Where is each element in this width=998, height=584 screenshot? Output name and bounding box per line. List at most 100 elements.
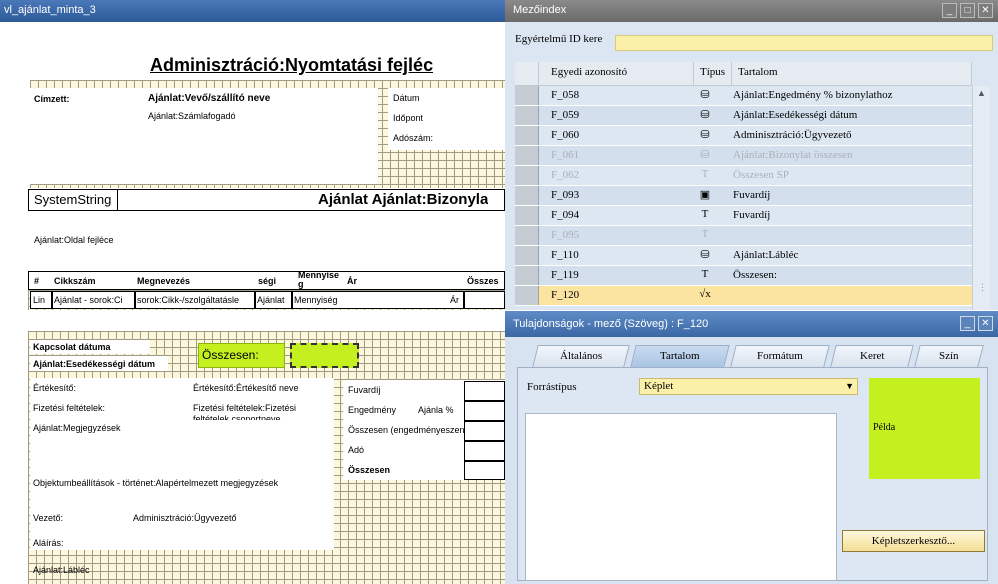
total-before-value[interactable] <box>464 421 505 441</box>
total-value-field[interactable] <box>290 343 359 368</box>
tax-label-footer[interactable]: Adó <box>348 445 364 456</box>
document-title-field[interactable]: Ajánlat Ajánlat:Bizonyla <box>318 191 488 208</box>
table-row[interactable]: F_095 T <box>515 226 972 246</box>
tax-value[interactable] <box>464 441 505 461</box>
table-row[interactable]: F_062 T Összesen SP <box>515 166 972 186</box>
vendor-name-field[interactable]: Ajánlat:Vevő/szállító neve <box>148 93 270 104</box>
col-item[interactable]: Cikkszám <box>54 276 96 287</box>
field-index-title: Mezőindex <box>513 4 567 16</box>
source-type-label: Forrástípus <box>527 381 577 393</box>
tab-border[interactable]: Keret <box>830 345 914 367</box>
tab-content[interactable]: Tartalom <box>630 345 730 367</box>
col-id-header[interactable]: Egyedi azonosító <box>539 62 694 86</box>
row-qty-text: Mennyiség <box>294 295 338 305</box>
row-selector[interactable] <box>515 286 539 305</box>
minimize-icon[interactable]: _ <box>960 316 975 331</box>
row-selector[interactable] <box>515 226 539 245</box>
row-price-text: Ár <box>450 295 459 305</box>
tab-format[interactable]: Formátum <box>730 345 830 367</box>
col-qty-bottom[interactable]: g <box>298 279 304 290</box>
col-num[interactable]: # <box>34 276 39 287</box>
row-selector[interactable] <box>515 146 539 165</box>
formula-editor-button[interactable]: Képletszerkesztő... <box>842 530 985 552</box>
row-selector[interactable] <box>515 266 539 285</box>
object-settings-field[interactable]: Objektumbeállítások - történet:Alapértel… <box>33 478 278 489</box>
table-row[interactable]: F_119 T Összesen: <box>515 266 972 286</box>
report-designer-window: vl_ajánlat_minta_3 Adminisztráció:Nyomta… <box>0 0 505 584</box>
table-row[interactable]: F_059 ⛁ Ajánlat:Esedékességi dátum <box>515 106 972 126</box>
scroll-up-icon[interactable]: ▲ <box>977 88 986 98</box>
vertical-scrollbar[interactable]: ▲ ⋮ <box>972 86 990 310</box>
col-price[interactable]: Ár <box>347 276 357 287</box>
row-id: F_093 <box>551 189 580 201</box>
formula-textarea[interactable] <box>525 413 837 581</box>
grand-total-label[interactable]: Összesen <box>348 465 390 476</box>
db-icon: ⛁ <box>700 129 710 141</box>
table-row[interactable]: F_058 ⛁ Ajánlat:Engedmény % bizonylathoz <box>515 86 972 106</box>
col-name[interactable]: Megnevezés <box>137 276 190 287</box>
due-date-field[interactable]: Ajánlat:Esedékességi dátum <box>33 359 167 370</box>
close-icon[interactable]: ✕ <box>978 316 993 331</box>
formula-icon: √x <box>699 288 711 300</box>
table-row[interactable]: F_120 √x <box>515 286 972 306</box>
time-label[interactable]: Időpont <box>393 113 423 124</box>
table-row[interactable]: F_110 ⛁ Ajánlat:Lábléc <box>515 246 972 266</box>
col-unit[interactable]: ségi <box>258 276 276 287</box>
discount-value[interactable] <box>464 401 505 421</box>
source-type-value: Képlet <box>644 380 674 392</box>
col-content-header[interactable]: Tartalom <box>732 62 972 86</box>
bill-to-field[interactable]: Ajánlat:Számlafogadó <box>148 111 236 122</box>
row-content: Ajánlat:Engedmény % bizonylathoz <box>733 89 893 101</box>
tab-general[interactable]: Általános <box>532 345 630 367</box>
manager-value[interactable]: Adminisztráció:Ügyvezető <box>133 513 237 524</box>
table-row[interactable]: F_093 ▣ Fuvardíj <box>515 186 972 206</box>
row-selector[interactable] <box>515 206 539 225</box>
col-total[interactable]: Összes <box>467 276 499 287</box>
col-type-header[interactable]: Típus <box>694 62 732 86</box>
tax-label[interactable]: Adószám: <box>393 133 433 144</box>
close-icon[interactable]: ✕ <box>978 3 993 18</box>
discount-label[interactable]: Engedmény <box>348 405 396 416</box>
row-selector[interactable] <box>515 86 539 105</box>
table-row[interactable]: F_061 ⛁ Ajánlat:Bizonylat összesen <box>515 146 972 166</box>
text-icon: T <box>701 268 709 280</box>
date-label[interactable]: Dátum <box>393 93 420 104</box>
freight-value[interactable] <box>464 381 505 401</box>
designer-title: vl_ajánlat_minta_3 <box>0 0 505 22</box>
col-qty-top[interactable]: Mennyise <box>298 270 339 281</box>
db-icon: ⛁ <box>700 249 710 261</box>
row-selector[interactable] <box>515 106 539 125</box>
scroll-grip-icon[interactable]: ⋮ <box>978 282 987 293</box>
row-selector[interactable] <box>515 166 539 185</box>
row-selector[interactable] <box>515 246 539 265</box>
source-type-select[interactable]: Képlet ▼ <box>639 378 858 395</box>
discount-pct-field[interactable]: Ajánla % <box>418 405 454 416</box>
row-selector[interactable] <box>515 126 539 145</box>
sales-label[interactable]: Értékesítő: <box>33 383 76 394</box>
row-total-field[interactable] <box>464 291 505 309</box>
signature-label[interactable]: Aláírás: <box>33 538 64 549</box>
recipient-label[interactable]: Címzett: <box>34 94 70 105</box>
page-title[interactable]: Adminisztráció:Nyomtatási fejléc <box>150 54 433 76</box>
db-icon: ⛁ <box>700 89 710 101</box>
remarks-field[interactable]: Ajánlat:Megjegyzések <box>33 423 121 434</box>
grand-total-value[interactable] <box>464 461 505 480</box>
sales-value[interactable]: Értékesítő:Értékesítő neve <box>193 383 299 394</box>
table-row[interactable]: F_060 ⛁ Adminisztráció:Ügyvezető <box>515 126 972 146</box>
row-selector[interactable] <box>515 186 539 205</box>
payment-value-2[interactable]: feltételek csoportneve <box>193 414 281 420</box>
footer-field[interactable]: Ajánlat:Lábléc <box>33 565 90 576</box>
page-header-field[interactable]: Ajánlat:Oldal fejléce <box>34 235 114 246</box>
payment-value-1[interactable]: Fizetési feltételek:Fizetési <box>193 403 296 414</box>
maximize-icon[interactable]: □ <box>960 3 975 18</box>
tab-color[interactable]: Szín <box>914 345 984 367</box>
minimize-icon[interactable]: _ <box>942 3 957 18</box>
db-icon: ⛁ <box>700 149 710 161</box>
freight-label[interactable]: Fuvardíj <box>348 385 381 396</box>
contact-date-field[interactable]: Kapcsolat dátuma <box>33 342 111 353</box>
unique-id-input[interactable] <box>615 35 993 51</box>
manager-label[interactable]: Vezető: <box>33 513 63 524</box>
chevron-down-icon[interactable]: ▼ <box>845 381 854 391</box>
table-row[interactable]: F_094 T Fuvardíj <box>515 206 972 226</box>
payment-label[interactable]: Fizetési feltételek: <box>33 403 105 414</box>
